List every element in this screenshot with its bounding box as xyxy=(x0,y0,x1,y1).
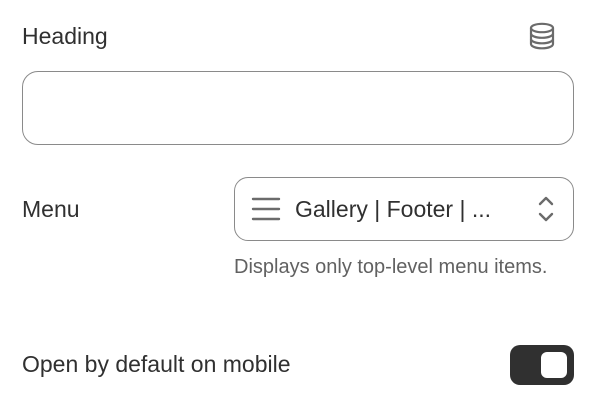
menu-select[interactable]: Gallery | Footer | ... xyxy=(234,177,574,241)
mobile-toggle-switch[interactable] xyxy=(510,345,574,385)
menu-selected-value: Gallery | Footer | ... xyxy=(295,196,492,222)
hamburger-icon xyxy=(251,197,281,221)
heading-input[interactable] xyxy=(22,71,574,145)
toggle-knob xyxy=(541,352,567,378)
mobile-toggle-label: Open by default on mobile xyxy=(22,351,291,377)
heading-label: Heading xyxy=(22,23,108,49)
menu-help-text: Displays only top-level menu items. xyxy=(234,256,548,278)
database-icon[interactable] xyxy=(527,22,557,50)
menu-label: Menu xyxy=(22,196,80,222)
chevron-up-down-icon xyxy=(538,196,554,222)
